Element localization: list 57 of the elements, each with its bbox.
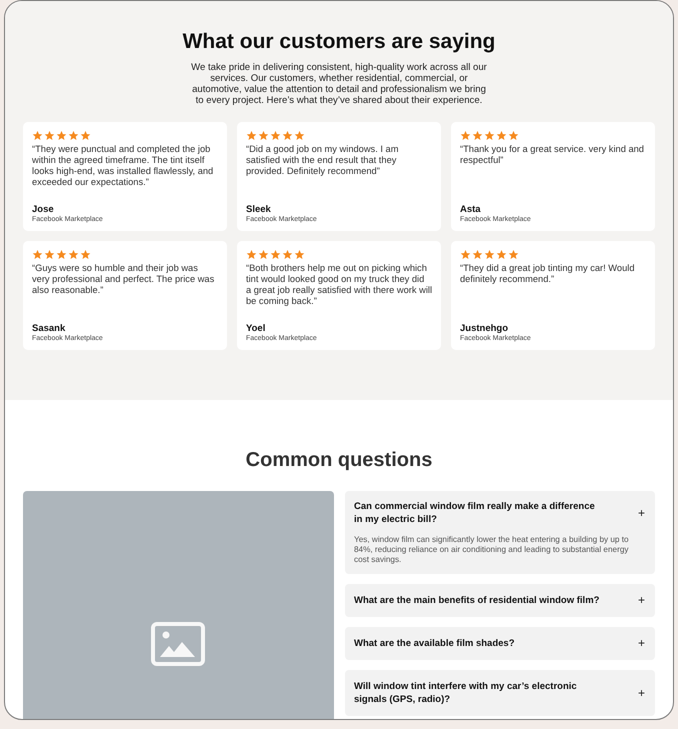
expand-toggle[interactable]: + [638,500,645,526]
star-icon [282,130,293,141]
faq-answer: Yes, window film can significantly lower the heat entering a building by up to 84%, reducing reliance on air conditioning and leading to substantial energy cost savings. [354,535,630,565]
review-text: “Thank you for a great service. very kind and respectful” [460,144,645,167]
star-icon [472,130,483,141]
faq-item[interactable]: What are the main benefits of residential window film? + [345,584,655,617]
review-text: “They did a great job tinting my car! Would definitely recommend.” [460,263,636,286]
intro-text: We take pride in delivering consistent, high-quality work across all our services. Our customers, whether residential, commercial, or automotive, value the attention to detail and professionalism we bring to every project. Here’s what they’ve shared about their experience. [190,62,488,106]
faq-question: What are the main benefits of residential window film? [354,594,600,607]
star-icon [68,249,79,260]
expand-toggle[interactable]: + [638,637,645,650]
review-text: “Both brothers help me out on picking which tint would looked good on my truck they did a great job really satisfied with there work will be coming back.” [246,263,432,308]
faq-question: What are the available film shades? [354,637,514,650]
star-icon [80,130,91,141]
expand-toggle[interactable]: + [638,680,645,706]
star-icon [294,249,305,260]
star-icon [56,249,67,260]
section-title: Common questions [246,448,432,472]
star-icon [484,249,495,260]
star-icon [496,249,507,260]
faq-question: Can commercial window film really make a difference in my electric bill? [354,500,596,526]
reviewer-name: Asta [460,204,482,215]
star-icon [32,249,43,260]
star-icon [460,130,471,141]
expand-toggle[interactable]: + [638,594,645,607]
reviewer-name: Sasank [32,323,66,334]
star-icon [270,249,281,260]
faq-item[interactable]: What are the available film shades? + [345,627,655,660]
review-text: “They were punctual and completed the job within the agreed timeframe. The tint itself looks high-end, was installed flawlessly, and exceeded our expectations.” [32,144,214,189]
star-icon [246,249,257,260]
star-icon [44,249,55,260]
star-icon [496,130,507,141]
star-icon [56,130,67,141]
faq-item[interactable]: Will window tint interfere with my car’s electronic signals (GPS, radio)? + [345,670,655,716]
review-text: “Did a good job on my windows. I am satisfied with the end result that they provided. Definitely recommend” [246,144,400,178]
star-icon [508,130,519,141]
star-icon [460,249,471,260]
star-icon [80,249,91,260]
star-icon [258,130,269,141]
section-title: What our customers are saying [182,29,496,55]
reviewer-name: Jose [32,204,55,215]
star-icon [246,130,257,141]
star-icon [294,130,305,141]
review-text: “Guys were so humble and their job was very professional and perfect. The price was also reasonable.” [32,263,216,297]
star-icon [472,249,483,260]
faq-question: Will window tint interfere with my car’s electronic signals (GPS, radio)? [354,680,578,706]
star-icon [508,249,519,260]
star-icon [44,130,55,141]
reviewer-name: Sleek [246,204,272,215]
star-icon [68,130,79,141]
star-icon [484,130,495,141]
star-icon [258,249,269,260]
star-icon [32,130,43,141]
reviewer-name: Justnehgo [460,323,510,334]
reviewer-name: Yoel [246,323,266,334]
star-icon [270,130,281,141]
star-icon [282,249,293,260]
